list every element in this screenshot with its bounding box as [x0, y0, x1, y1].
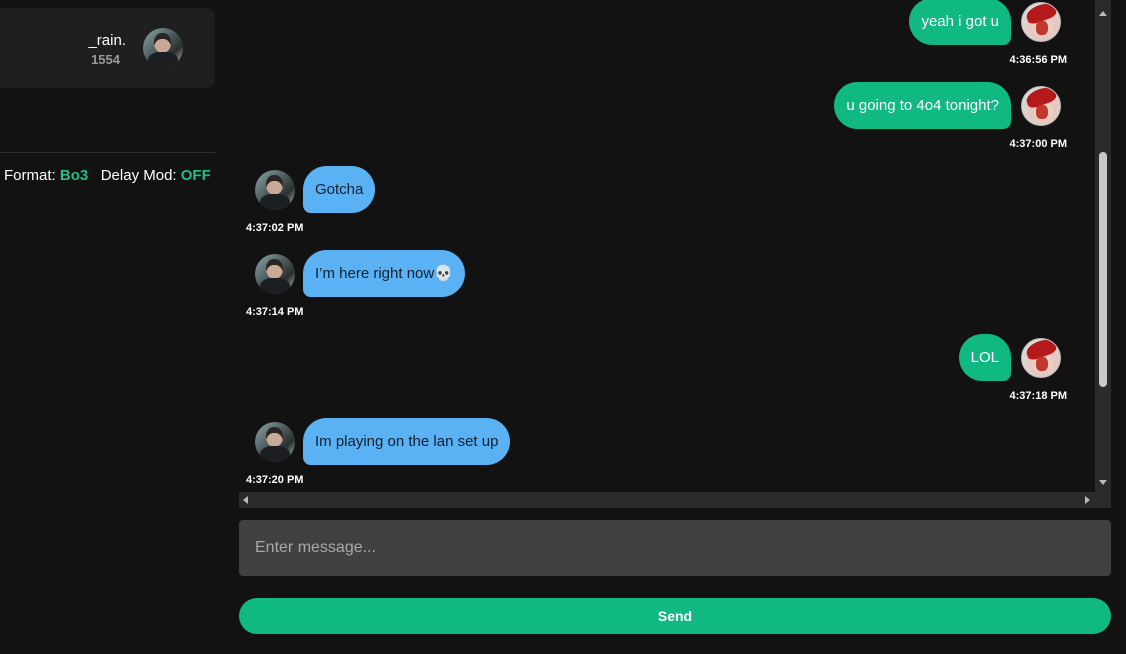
player-avatar	[143, 28, 183, 68]
delay-mod-label: Delay Mod:	[100, 167, 177, 184]
format-value: Bo3	[59, 167, 89, 184]
scrollbar-thumb[interactable]	[1099, 152, 1107, 387]
delay-mod-value: OFF	[180, 167, 211, 184]
message-timestamp: 4:37:20 PM	[246, 474, 304, 486]
scroll-right-arrow-icon[interactable]	[1085, 496, 1090, 504]
divider	[0, 152, 215, 153]
chat-horizontal-scrollbar[interactable]	[239, 492, 1111, 508]
match-settings: Format: Bo3 Delay Mod: OFF	[4, 167, 211, 184]
self-avatar	[1021, 338, 1061, 378]
message-timestamp: 4:37:18 PM	[1009, 390, 1067, 402]
chat-log[interactable]: yeah i got u 4:36:56 PM u going to 4o4 t…	[239, 0, 1111, 508]
opponent-avatar	[255, 422, 295, 462]
scroll-down-arrow-icon[interactable]	[1099, 480, 1107, 485]
scroll-left-arrow-icon[interactable]	[243, 496, 248, 504]
chat-vertical-scrollbar[interactable]	[1095, 0, 1111, 492]
message-bubble: LOL	[958, 334, 1011, 381]
message-bubble: Im playing on the lan set up	[303, 418, 511, 465]
scroll-up-arrow-icon[interactable]	[1099, 11, 1107, 16]
message-incoming: Im playing on the lan set up 4:37:20 PM	[239, 0, 639, 492]
format-label: Format:	[4, 167, 56, 184]
opponent-card: _rain. 1554	[0, 8, 215, 88]
player-name: _rain.	[88, 32, 126, 49]
player-rating: 1554	[91, 52, 120, 67]
send-button[interactable]: Send	[239, 598, 1111, 634]
message-input[interactable]	[239, 520, 1111, 576]
